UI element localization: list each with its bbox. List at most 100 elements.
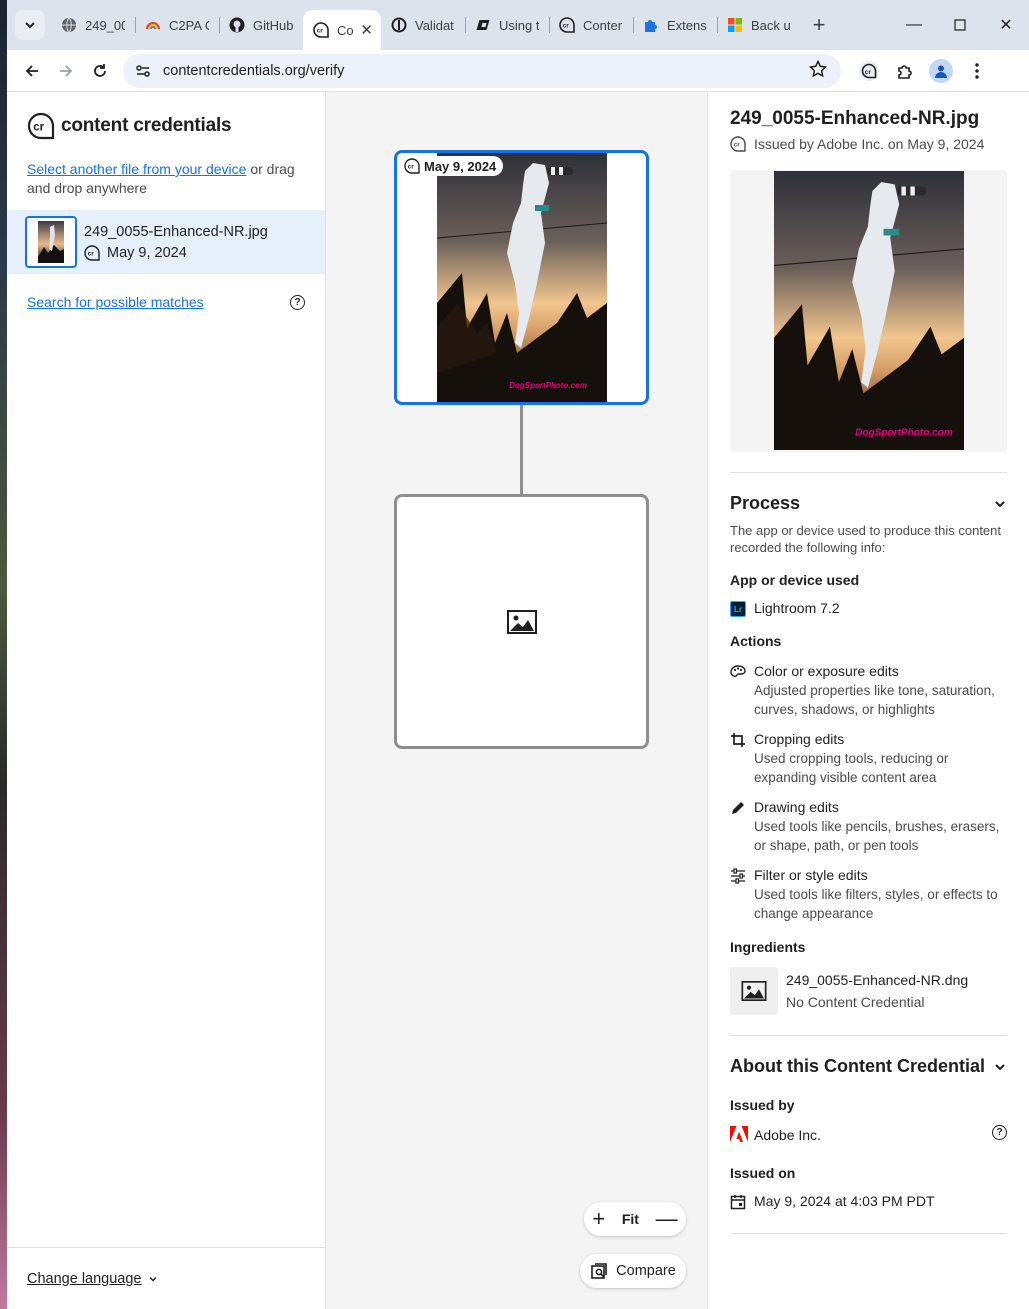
file-thumbnail [25,216,77,268]
action-desc: Used tools like pencils, brushes, eraser… [754,819,1000,853]
help-icon[interactable]: ? [290,294,305,310]
file-sidebar: cr content credentials Select another fi… [7,92,326,1309]
toolbar-actions: cr [851,53,995,89]
node-date-badge: cr May 9, 2024 [400,156,504,176]
bookmark-star-icon[interactable] [808,59,828,82]
fit-button[interactable]: Fit [622,1211,639,1227]
svg-text:cr: cr [33,122,44,134]
ingredient-item[interactable]: 249_0055-Enhanced-NR.dng No Content Cred… [730,967,1007,1015]
image-placeholder-icon [506,609,537,634]
rainbow-icon [145,17,161,33]
graph-node-current-file[interactable]: DogSportPhoto.com cr May 9, 2024 [394,150,649,405]
kebab-menu-icon[interactable] [959,53,995,89]
verify-page: cr content credentials Select another fi… [7,92,1029,1309]
process-heading: Process [730,493,801,513]
compare-button[interactable]: Compare [580,1254,686,1288]
svg-text:cr: cr [317,28,324,35]
lightroom-icon: Lr [730,601,746,617]
chevron-down-icon [25,22,35,29]
details-preview: DogSportPhoto.com [730,170,1007,452]
chevron-down-icon[interactable] [993,497,1007,511]
tab-label: C2PA C [169,17,209,33]
issuer-name: Adobe Inc. [754,1127,821,1143]
about-section-header[interactable]: About this Content Credential [730,1056,1007,1077]
details-title: 249_0055-Enhanced-NR.jpg [730,108,980,129]
tab-search-button[interactable] [15,10,45,40]
brand-name: content credentials [61,115,232,136]
issuer-row: Adobe Inc. ? [730,1125,1007,1145]
close-tab-icon[interactable]: ✕ [360,21,373,39]
new-tab-button[interactable]: + [805,11,833,39]
search-matches-link[interactable]: Search for possible matches [27,294,204,310]
select-file-link[interactable]: Select another file from your device [27,161,246,177]
validate-icon [391,17,407,33]
minimize-icon[interactable]: — [891,0,937,50]
change-language-link[interactable]: Change language [27,1271,142,1287]
pencil-icon [730,799,754,819]
profile-button[interactable] [923,53,959,89]
tab-3-active[interactable]: cr Co ✕ [303,10,381,50]
tab-7[interactable]: Extensi [633,7,717,43]
content-credentials-icon: cr [404,158,420,174]
chevron-down-icon[interactable] [148,1274,158,1284]
zoom-in-icon[interactable]: + [592,1208,605,1230]
site-settings-icon[interactable] [135,63,151,79]
ingredient-status: No Content Credential [786,994,925,1010]
brand-logo[interactable]: cr content credentials [7,92,325,140]
action-item: Cropping edits Used cropping tools, reduc… [730,731,1007,787]
back-button[interactable] [15,54,49,88]
content-credentials-extension-icon[interactable]: cr [851,53,887,89]
person-icon [935,65,947,78]
sync-icon [475,17,491,33]
details-issued-line: cr Issued by Adobe Inc. on May 9, 2024 [730,136,1007,152]
process-section-header[interactable]: Process [730,493,1007,514]
github-icon [229,17,245,33]
tab-1[interactable]: C2PA C [135,7,219,43]
help-icon[interactable]: ? [992,1125,1007,1140]
globe-icon [61,17,77,33]
search-matches-row: Search for possible matches ? [7,274,325,310]
action-desc: Used tools like filters, styles, or effe… [754,887,998,921]
content-credentials-icon: cr [84,244,100,261]
process-description: The app or device used to produce this c… [730,523,1002,555]
browser-toolbar: contentcredentials.org/verify cr [7,50,1029,92]
graph-node-ingredient[interactable] [394,494,649,749]
issued-on-row: May 9, 2024 at 4:03 PM PDT [730,1193,1007,1213]
preview-dog-photo: DogSportPhoto.com [774,171,964,450]
close-window-icon[interactable]: ✕ [983,0,1029,50]
app-row: Lr Lightroom 7.2 [730,600,1007,617]
zoom-controls: + Fit — [584,1202,686,1236]
action-item: Filter or style edits Used tools like fil… [730,867,1007,923]
tab-4[interactable]: Validat [381,7,465,43]
sliders-icon [730,867,754,887]
tab-0[interactable]: 249_00 [51,7,135,43]
palette-icon [730,663,754,683]
extensions-puzzle-icon[interactable] [887,53,923,89]
action-desc: Used cropping tools, reducing or expandi… [754,751,949,785]
dog-photo: DogSportPhoto.com [437,153,607,402]
action-title: Drawing edits [754,799,839,815]
divider [730,1035,1007,1036]
address-bar[interactable]: contentcredentials.org/verify [123,53,841,88]
provenance-graph-canvas[interactable]: DogSportPhoto.com cr May 9, 2024 + Fit —… [326,92,708,1309]
tab-label: Extensi [667,17,707,33]
reload-button[interactable] [83,54,117,88]
zoom-out-icon[interactable]: — [656,1208,678,1230]
tab-6[interactable]: cr Conter [549,7,633,43]
tab-5[interactable]: Using t [465,7,549,43]
maximize-icon[interactable] [937,0,983,50]
tab-2[interactable]: GitHub [219,7,303,43]
app-name: Lightroom 7.2 [754,600,840,616]
tab-label: Co [337,22,354,38]
forward-button[interactable] [49,54,83,88]
action-desc: Adjusted properties like tone, saturatio… [754,683,995,717]
chevron-down-icon[interactable] [993,1060,1007,1074]
issued-text: Issued by Adobe Inc. on May 9, 2024 [754,136,985,152]
calendar-icon [730,1193,754,1213]
ingredient-name: 249_0055-Enhanced-NR.dng [786,972,969,988]
tab-8[interactable]: Back u [717,7,801,43]
tab-label: 249_00 [85,17,125,33]
selected-file-item[interactable]: 249_0055-Enhanced-NR.jpg cr May 9, 2024 [7,210,325,274]
svg-text:cr: cr [88,250,95,257]
tab-label: Using t [499,17,539,33]
